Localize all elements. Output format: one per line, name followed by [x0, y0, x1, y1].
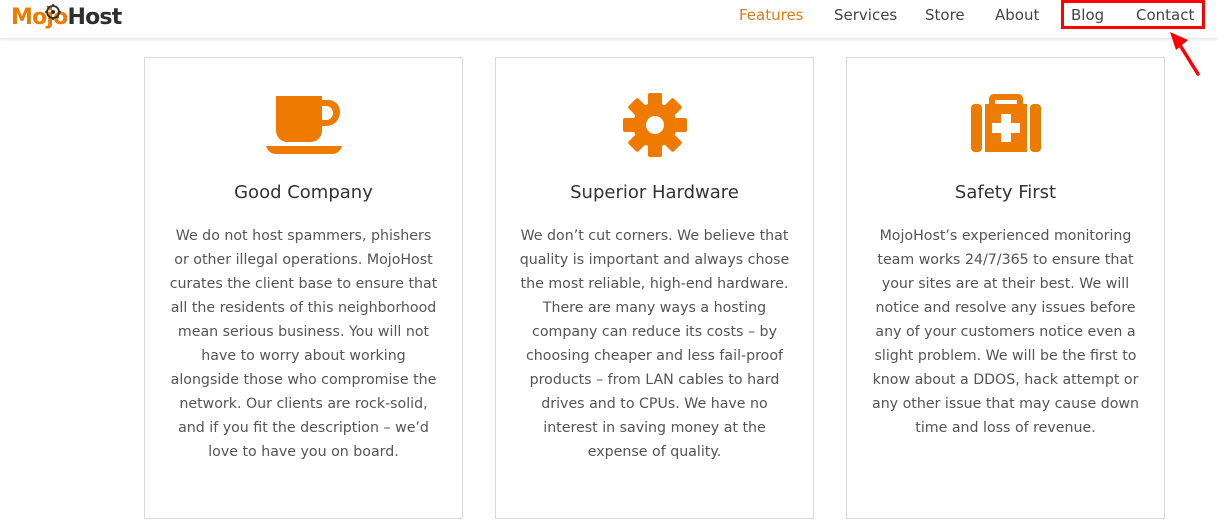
gear-icon	[496, 92, 813, 158]
annotation-arrow-icon	[1170, 32, 1200, 76]
nav-services[interactable]: Services	[834, 6, 897, 24]
top-navigation-bar: Mo jo Host Features Services Store About B…	[0, 0, 1218, 39]
logo-mo: Mo	[11, 4, 47, 30]
logo-host: Host	[67, 4, 122, 30]
feature-card-superior-hardware: Superior Hardware We don’t cut corners. …	[495, 57, 814, 519]
annotation-highlight-box	[1061, 0, 1205, 29]
feature-description: We do not host spammers, phishers or oth…	[169, 228, 438, 460]
feature-title: Good Company	[234, 182, 373, 203]
nav-features[interactable]: Features	[739, 6, 804, 24]
coffee-cup-icon	[145, 92, 462, 158]
nav-about[interactable]: About	[995, 6, 1039, 24]
mojohost-logo[interactable]: Mo jo Host	[11, 2, 122, 32]
feature-card-safety-first: Safety First MojoHost’s experienced moni…	[846, 57, 1165, 519]
feature-title: Superior Hardware	[570, 182, 739, 203]
feature-description: MojoHost’s experienced monitoring team w…	[872, 228, 1139, 436]
nav-store[interactable]: Store	[925, 6, 965, 24]
feature-card-good-company: Good Company We do not host spammers, ph…	[144, 57, 463, 519]
feature-description: We don’t cut corners. We believe that qu…	[519, 228, 790, 460]
feature-title: Safety First	[954, 182, 1057, 203]
medkit-icon	[847, 92, 1164, 158]
